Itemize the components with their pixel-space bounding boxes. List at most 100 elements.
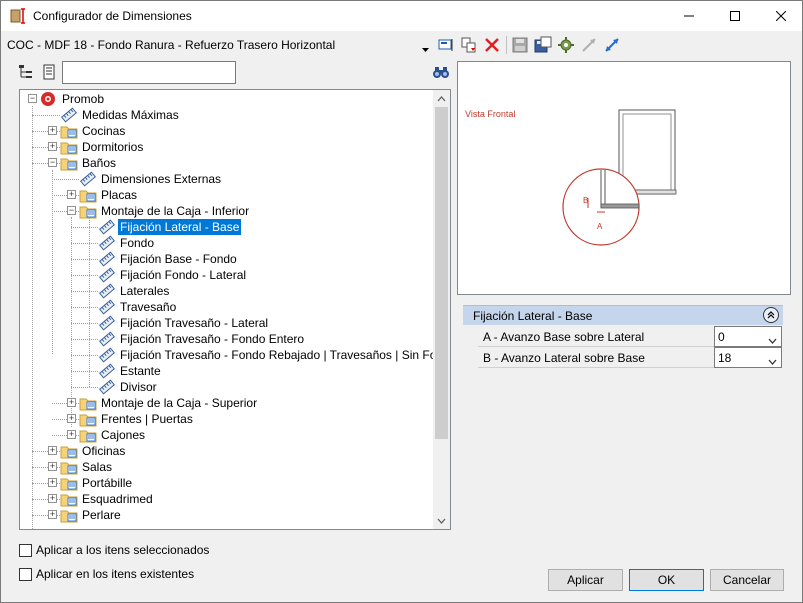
tree-connector (71, 243, 98, 244)
tree-node-label: Fijación Fondo - Lateral (120, 268, 247, 282)
minimize-button[interactable] (666, 1, 712, 31)
folder-icon (60, 443, 78, 459)
tree-vertical-scrollbar[interactable] (433, 90, 450, 529)
save-as-icon[interactable] (534, 36, 552, 54)
apply-button[interactable]: Aplicar (548, 569, 623, 591)
title-bar[interactable]: Configurador de Dimensiones (1, 1, 802, 31)
tree-node[interactable]: Fijación Travesaño - Fondo Rebajado | Tr… (98, 347, 450, 363)
tree-collapse-toggle[interactable]: − (28, 94, 37, 103)
apply-existing-checkbox[interactable]: Aplicar en los itens existentes (19, 567, 194, 581)
tree-node-label: Frentes | Puertas (101, 412, 193, 426)
tree-expand-toggle[interactable]: + (48, 478, 57, 487)
tree-node-label: Cocinas (82, 124, 126, 138)
tree-node-label: Divisor (120, 380, 157, 394)
collapse-arrows-icon[interactable] (580, 36, 598, 54)
config-dropdown-arrow-icon[interactable] (422, 41, 429, 55)
list-view-icon[interactable] (40, 63, 58, 81)
ruler-dimension-icon (98, 235, 116, 251)
tree-node[interactable]: Fijación Lateral - Base (98, 219, 242, 235)
tree-expand-toggle[interactable]: + (48, 462, 57, 471)
folder-icon (79, 411, 97, 427)
tree-node[interactable]: Promob (40, 91, 106, 107)
app-dimension-icon (9, 7, 27, 25)
tree-expand-toggle[interactable]: + (67, 430, 76, 439)
tree-collapse-toggle[interactable]: − (48, 158, 57, 167)
tree-node-label: Fijación Travesaño - Lateral (120, 316, 269, 330)
properties-section-header[interactable]: Fijación Lateral - Base (463, 305, 783, 325)
folder-icon (79, 395, 97, 411)
tree-node-label: Montaje de la Caja - Inferior (101, 204, 250, 218)
tree-node[interactable]: Frentes | Puertas (79, 411, 195, 427)
tree-node[interactable]: Fijación Base - Fondo (98, 251, 239, 267)
tree-node[interactable]: Portábille (60, 475, 134, 491)
tree-node[interactable]: Cajones (79, 427, 147, 443)
tree-expand-toggle[interactable]: + (67, 398, 76, 407)
checkbox-box[interactable] (19, 567, 32, 581)
tree-node[interactable]: Fijación Travesaño - Fondo Entero (98, 331, 306, 347)
tree-node[interactable]: Salas (60, 459, 114, 475)
tree-node-label: Baños (82, 156, 117, 170)
tree-node[interactable]: Travesaño (98, 299, 178, 315)
settings-gear-icon[interactable] (557, 36, 575, 54)
tree-node[interactable]: Laterales (98, 283, 171, 299)
save-icon[interactable] (511, 36, 529, 54)
config-selector[interactable]: COC - MDF 18 - Fondo Ranura - Refuerzo T… (7, 38, 335, 52)
tree-node[interactable]: Fondo (98, 235, 156, 251)
rename-config-icon[interactable] (437, 36, 455, 54)
apply-selected-checkbox[interactable]: Aplicar a los itens seleccionados (19, 543, 209, 557)
tree-node[interactable]: Divisor (98, 379, 159, 395)
tree-node[interactable]: Perlare (60, 507, 123, 523)
scrollbar-thumb[interactable] (435, 107, 448, 439)
ruler-dimension-icon (98, 379, 116, 395)
tree-node[interactable]: Baños (60, 155, 118, 171)
close-button[interactable] (758, 1, 803, 31)
maximize-button[interactable] (712, 1, 758, 31)
scroll-up-arrow-icon[interactable] (433, 90, 450, 107)
tree-node[interactable]: Cocinas (60, 123, 127, 139)
tree-expand-toggle[interactable]: + (67, 190, 76, 199)
tree-node-label: Esquadrimed (82, 492, 153, 506)
tree-view-icon[interactable] (17, 63, 35, 81)
cancel-button[interactable]: Cancelar (710, 569, 784, 591)
property-name: B - Avanzo Lateral sobre Base (483, 351, 645, 365)
delete-config-icon[interactable] (483, 36, 501, 54)
tree-connector (71, 275, 98, 276)
tree-node[interactable]: Medidas Máximas (60, 107, 181, 123)
window-title: Configurador de Dimensiones (33, 9, 192, 23)
property-name: A - Avanzo Base sobre Lateral (483, 330, 645, 344)
tree-expand-toggle[interactable]: + (48, 142, 57, 151)
folder-icon (60, 459, 78, 475)
tree-expand-toggle[interactable]: + (48, 510, 57, 519)
tree-node[interactable]: Montaje de la Caja - Superior (79, 395, 259, 411)
copy-config-icon[interactable] (460, 36, 478, 54)
property-row-a: A - Avanzo Base sobre Lateral 0 (478, 326, 782, 347)
tree-expand-toggle[interactable]: + (48, 126, 57, 135)
tree-node-label: Montaje de la Caja - Superior (101, 396, 258, 410)
search-input[interactable] (62, 61, 236, 84)
ruler-dimension-icon (98, 347, 116, 363)
tree-node[interactable]: Dormitorios (60, 139, 145, 155)
tree-node[interactable]: Dimensiones Externas (79, 171, 223, 187)
folder-icon (79, 427, 97, 443)
tree-node[interactable]: Placas (79, 187, 139, 203)
collapse-section-icon[interactable] (763, 307, 779, 323)
checkbox-box[interactable] (19, 543, 32, 557)
expand-arrows-icon[interactable] (603, 36, 621, 54)
tree-expand-toggle[interactable]: + (67, 414, 76, 423)
tree-collapse-toggle[interactable]: − (67, 206, 76, 215)
property-b-select[interactable]: 18 (714, 347, 782, 368)
tree-node[interactable]: Fijación Travesaño - Lateral (98, 315, 270, 331)
tree-expand-toggle[interactable]: + (48, 446, 57, 455)
tree-node[interactable]: Esquadrimed (60, 491, 155, 507)
dialog-window: Configurador de Dimensiones COC - MDF 18… (0, 0, 803, 603)
tree-node[interactable]: Fijación Fondo - Lateral (98, 267, 248, 283)
dimension-tree[interactable]: − Promob Medidas Máximas + Cocinas + Dormitori… (19, 89, 451, 530)
property-a-select[interactable]: 0 (714, 326, 782, 347)
ok-button[interactable]: OK (629, 569, 704, 591)
tree-expand-toggle[interactable]: + (48, 494, 57, 503)
binoculars-search-icon[interactable] (432, 63, 450, 81)
tree-node[interactable]: Montaje de la Caja - Inferior (79, 203, 251, 219)
scroll-down-arrow-icon[interactable] (433, 512, 450, 529)
tree-node[interactable]: Oficinas (60, 443, 127, 459)
tree-node[interactable]: Estante (98, 363, 163, 379)
